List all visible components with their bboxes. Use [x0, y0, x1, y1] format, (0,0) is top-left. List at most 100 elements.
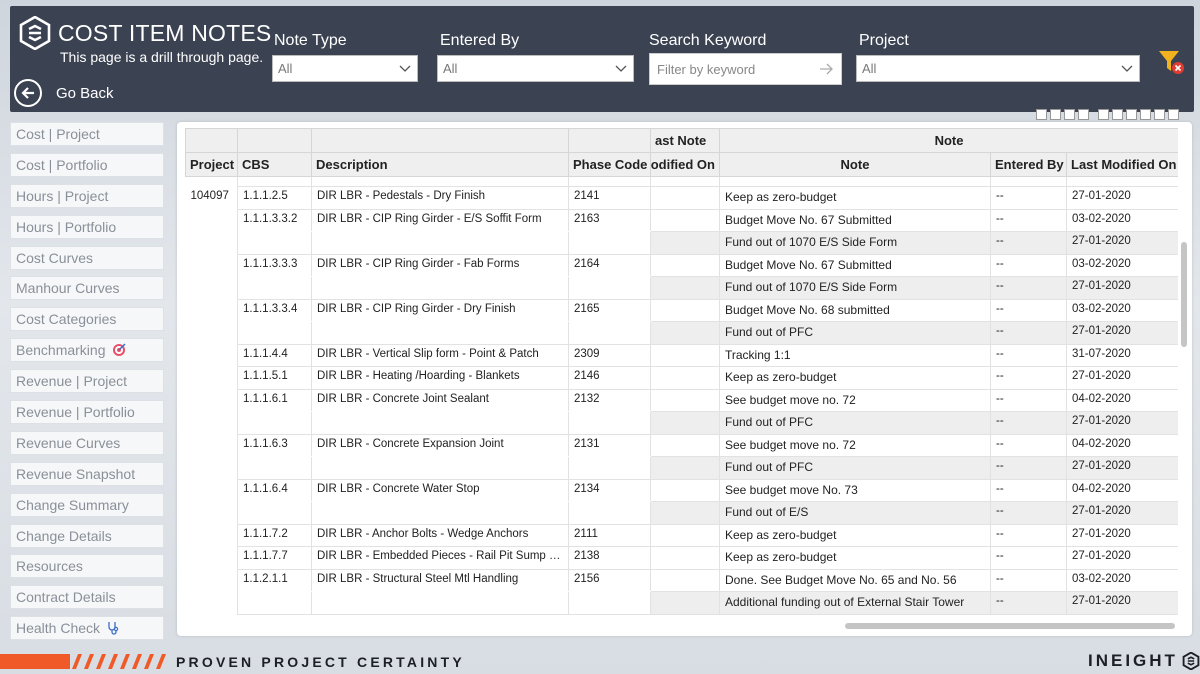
pin-icon[interactable] [1098, 109, 1109, 120]
more-options-icon[interactable] [1168, 109, 1179, 120]
sidebar-item-label: Cost Curves [16, 249, 94, 266]
entered-by-cell: -- [990, 366, 1067, 390]
note-cell: See budget move no. 72 [719, 434, 991, 457]
footer-brand: INEIGHT [1088, 651, 1200, 671]
sidebar-item-revenue-snapshot[interactable]: Revenue Snapshot [10, 461, 164, 486]
sidebar-item-hours-project[interactable]: Hours | Project [10, 183, 164, 208]
group-header-empty [568, 128, 651, 153]
sidebar-item-revenue-portfolio[interactable]: Revenue | Portfolio [10, 400, 164, 425]
column-header-last-modified[interactable]: Last Modified On [1065, 152, 1178, 177]
arrow-right-icon[interactable] [819, 63, 833, 75]
entered-by-cell: -- [990, 479, 1067, 502]
table-row[interactable]: 1.1.1.6.4 DIR LBR - Concrete Water Stop 21… [185, 479, 1178, 502]
table-row[interactable]: 1.1.1.6.3 DIR LBR - Concrete Expansion Jo… [185, 434, 1178, 457]
column-header-last-modified-partial[interactable]: odified On [650, 152, 720, 177]
chevron-down-icon [1121, 65, 1133, 72]
table-row[interactable]: 1.1.1.4.4 DIR LBR - Vertical Slip form - … [185, 344, 1178, 367]
column-header-cbs[interactable]: CBS [237, 152, 312, 177]
table-row[interactable]: 1.1.1.6.1 DIR LBR - Concrete Joint Sealan… [185, 389, 1178, 412]
last-modified-partial-cell [650, 591, 720, 615]
phase-code-cell: 2134 [568, 479, 651, 502]
column-header-entered-by[interactable]: Entered By [990, 152, 1067, 177]
sidebar-item-hours-portfolio[interactable]: Hours | Portfolio [10, 214, 164, 239]
table-row[interactable]: Fund out of E/S -- 27-01-2020 [185, 501, 1178, 525]
sidebar-item-benchmarking[interactable]: Benchmarking [10, 338, 164, 363]
alert-icon[interactable] [1126, 109, 1137, 120]
project-cell [185, 254, 238, 277]
phase-code-cell: 2138 [568, 546, 651, 570]
table-row[interactable]: Fund out of 1070 E/S Side Form -- 27-01-20… [185, 276, 1178, 300]
filter-icon[interactable] [1140, 109, 1151, 120]
horizontal-scrollbar[interactable] [845, 623, 1175, 629]
phase-code-cell: 2141 [568, 186, 651, 210]
note-cell: Keep as zero-budget [719, 366, 991, 390]
table-row[interactable]: 1.1.1.3.3.3 DIR LBR - CIP Ring Girder - F… [185, 254, 1178, 277]
column-header-project[interactable]: Project [185, 152, 238, 177]
table-row[interactable]: 1.1.1.7.2 DIR LBR - Anchor Bolts - Wedge … [185, 524, 1178, 547]
table-row[interactable]: Additional funding out of External Stair… [185, 591, 1178, 615]
phase-code-cell [568, 456, 651, 480]
table-row[interactable]: 1.1.1.3.3.2 DIR LBR - CIP Ring Girder - E… [185, 209, 1178, 232]
column-header-phase-code[interactable]: Phase Code [568, 152, 651, 177]
drill-down-icon[interactable] [1050, 109, 1061, 120]
cbs-cell: 1.1.1.2.5 [237, 186, 312, 210]
sidebar-item-contract-details[interactable]: Contract Details [10, 585, 164, 610]
table-row[interactable]: Fund out of PFC -- 27-01-2020 [185, 456, 1178, 480]
note-type-value: All [278, 61, 293, 76]
group-header-empty [311, 128, 569, 153]
table-scroll-area[interactable]: ast Note Note Project CBS Description Ph… [185, 128, 1178, 624]
search-input[interactable]: Filter by keyword [649, 53, 842, 85]
project-cell [185, 546, 238, 569]
table-cell [237, 176, 312, 187]
table-cell [311, 176, 569, 187]
note-type-dropdown[interactable]: All [272, 55, 418, 82]
sidebar-item-health-check[interactable]: Health Check [10, 616, 164, 641]
table-row[interactable]: 1.1.1.3.3.4 DIR LBR - CIP Ring Girder - D… [185, 299, 1178, 322]
table-row[interactable]: Fund out of PFC -- 27-01-2020 [185, 321, 1178, 345]
description-cell [311, 411, 569, 435]
last-modified-partial-cell [650, 344, 720, 367]
table-row[interactable]: 1.1.2.1.1 DIR LBR - Structural Steel Mtl … [185, 569, 1178, 592]
sidebar-item-manhour-curves[interactable]: Manhour Curves [10, 276, 164, 301]
table-row[interactable]: Fund out of PFC -- 27-01-2020 [185, 411, 1178, 435]
sidebar-item-revenue-curves[interactable]: Revenue Curves [10, 430, 164, 455]
table-row[interactable]: Fund out of 1070 E/S Side Form -- 27-01-20… [185, 231, 1178, 255]
phase-code-cell: 2111 [568, 524, 651, 547]
sidebar-item-change-summary[interactable]: Change Summary [10, 492, 164, 517]
sidebar-item-resources[interactable]: Resources [10, 554, 164, 579]
table-row[interactable]: 1.1.1.7.7 DIR LBR - Embedded Pieces - Rai… [185, 546, 1178, 570]
drill-up-icon[interactable] [1036, 109, 1047, 120]
last-modified-cell: 27-01-2020 [1066, 591, 1178, 615]
note-cell: Budget Move No. 67 Submitted [719, 254, 991, 277]
sidebar-item-cost-categories[interactable]: Cost Categories [10, 307, 164, 332]
sidebar-item-cost-curves[interactable]: Cost Curves [10, 245, 164, 270]
page-title: COST ITEM NOTES [58, 20, 272, 46]
cbs-cell: 1.1.2.1.1 [237, 569, 312, 592]
search-keyword-label: Search Keyword [649, 32, 767, 49]
last-modified-cell: 04-02-2020 [1066, 479, 1178, 502]
clear-filters-icon[interactable] [1156, 47, 1186, 77]
sidebar-item-change-details[interactable]: Change Details [10, 523, 164, 548]
entered-by-cell: -- [990, 569, 1067, 592]
last-modified-cell: 27-01-2020 [1066, 321, 1178, 345]
expand-level-icon[interactable] [1078, 109, 1089, 120]
project-dropdown[interactable]: All [856, 55, 1140, 82]
entered-by-cell: -- [990, 186, 1067, 210]
project-cell: 104097 [185, 186, 238, 209]
entered-by-dropdown[interactable]: All [437, 55, 634, 82]
sidebar-item-cost-project[interactable]: Cost | Project [10, 122, 164, 146]
focus-mode-icon[interactable] [1154, 109, 1165, 120]
expand-all-icon[interactable] [1064, 109, 1075, 120]
vertical-scrollbar[interactable] [1181, 242, 1187, 347]
copy-icon[interactable] [1112, 109, 1123, 120]
column-header-description[interactable]: Description [311, 152, 569, 177]
entered-by-cell: -- [990, 524, 1067, 547]
column-header-note[interactable]: Note [719, 152, 991, 177]
phase-code-cell: 2131 [568, 434, 651, 457]
table-row[interactable]: 104097 1.1.1.2.5 DIR LBR - Pedestals - Dry… [185, 186, 1178, 210]
sidebar-item-revenue-project[interactable]: Revenue | Project [10, 369, 164, 394]
go-back-button[interactable]: Go Back [14, 78, 154, 108]
table-row[interactable]: 1.1.1.5.1 DIR LBR - Heating /Hoarding - B… [185, 366, 1178, 390]
group-header-empty [185, 128, 238, 153]
sidebar-item-cost-portfolio[interactable]: Cost | Portfolio [10, 152, 164, 177]
